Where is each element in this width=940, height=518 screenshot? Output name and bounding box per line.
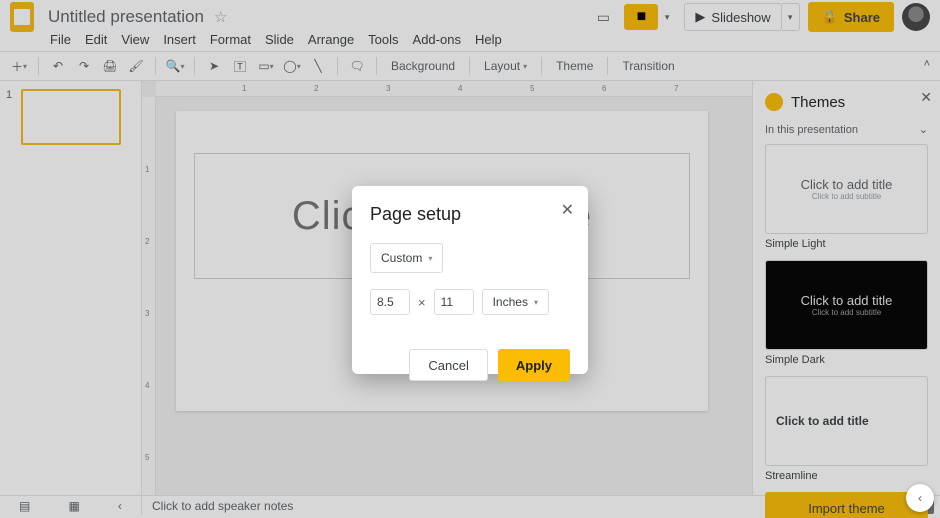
close-themes-icon[interactable]: ✕	[920, 89, 932, 106]
collapse-toolbar-icon[interactable]: ˄	[924, 58, 930, 70]
slide-thumbnail-1[interactable]	[21, 89, 121, 145]
import-theme-button[interactable]: Import theme	[765, 492, 928, 518]
preset-dropdown[interactable]: Custom ▾	[370, 243, 443, 273]
theme-name-simple-dark: Simple Dark	[765, 354, 928, 366]
textbox-tool[interactable]: 🅃	[229, 55, 251, 77]
slideshow-label: Slideshow	[711, 10, 770, 25]
background-button[interactable]: Background	[385, 59, 461, 73]
star-icon[interactable]: ☆	[214, 8, 227, 26]
slideshow-button[interactable]: ▶ Slideshow	[684, 3, 781, 31]
chevron-down-icon: ⌄	[919, 123, 928, 136]
themes-icon	[765, 93, 783, 111]
menu-edit[interactable]: Edit	[85, 32, 107, 47]
vertical-ruler: 1 2 3 4 5	[142, 97, 156, 495]
menu-tools[interactable]: Tools	[368, 32, 398, 47]
play-icon: ▶	[695, 9, 705, 25]
chevron-down-icon: ▾	[534, 298, 538, 307]
theme-card-streamline[interactable]: Click to add title	[765, 376, 928, 466]
toolbar: ＋▾ ↶ ↷ 🖨 🖌 🔍▾ ➤ 🅃 ▭▾ ◯▾ ╲ 🗨 Background L…	[0, 51, 940, 81]
in-this-presentation-label[interactable]: In this presentation⌄	[765, 123, 928, 136]
theme-card-title: Click to add title	[801, 293, 893, 308]
theme-name-streamline: Streamline	[765, 470, 928, 482]
theme-name-simple-light: Simple Light	[765, 238, 928, 250]
dialog-title: Page setup	[370, 204, 570, 225]
thumb-number: 1	[6, 89, 12, 101]
theme-card-subtitle: Click to add subtitle	[812, 192, 881, 201]
page-setup-dialog: ✕ Page setup Custom ▾ × Inches ▾ Cancel …	[352, 186, 588, 374]
lock-icon: 🔒	[822, 9, 838, 25]
units-dropdown[interactable]: Inches ▾	[482, 289, 549, 315]
redo-button[interactable]: ↷	[73, 55, 95, 77]
line-tool[interactable]: ╲	[307, 55, 329, 77]
new-slide-button[interactable]: ＋▾	[8, 55, 30, 77]
preset-dropdown-label: Custom	[381, 251, 422, 265]
menu-addons[interactable]: Add-ons	[413, 32, 461, 47]
horizontal-ruler: 1 2 3 4 5 6 7	[156, 81, 752, 97]
theme-card-title: Click to add title	[776, 414, 869, 428]
height-input[interactable]	[434, 289, 474, 315]
theme-card-simple-light[interactable]: Click to add title Click to add subtitle	[765, 144, 928, 234]
menu-arrange[interactable]: Arrange	[308, 32, 354, 47]
thumbnail-panel: 1	[0, 81, 142, 495]
units-dropdown-label: Inches	[493, 295, 528, 309]
menu-slide[interactable]: Slide	[265, 32, 294, 47]
themes-title: Themes	[791, 94, 845, 111]
theme-card-title: Click to add title	[801, 177, 893, 192]
chevron-down-icon: ▾	[428, 254, 432, 263]
multiply-icon: ×	[418, 295, 426, 310]
apply-button[interactable]: Apply	[498, 349, 570, 381]
filmstrip-view-icon[interactable]: ▤	[19, 499, 30, 513]
select-tool[interactable]: ➤	[203, 55, 225, 77]
themes-panel: Themes ✕ In this presentation⌄ Click to …	[752, 81, 940, 495]
theme-button[interactable]: Theme	[550, 59, 599, 73]
menu-insert[interactable]: Insert	[163, 32, 196, 47]
grid-view-icon[interactable]: ▦	[68, 499, 79, 513]
layout-button[interactable]: Layout▾	[478, 59, 533, 73]
close-dialog-icon[interactable]: ✕	[561, 200, 574, 220]
theme-card-subtitle: Click to add subtitle	[812, 308, 881, 317]
cancel-button[interactable]: Cancel	[409, 349, 487, 381]
paint-format-button[interactable]: 🖌	[125, 55, 147, 77]
avatar[interactable]	[902, 3, 930, 31]
present-to-all-icon[interactable]: ▭	[590, 4, 616, 30]
shape-tool[interactable]: ◯▾	[281, 55, 303, 77]
slideshow-dropdown[interactable]: ▾	[782, 3, 800, 31]
speaker-notes-area[interactable]: Click to add speaker notes	[142, 499, 293, 513]
theme-card-simple-dark[interactable]: Click to add title Click to add subtitle	[765, 260, 928, 350]
menu-file[interactable]: File	[50, 32, 71, 47]
side-panel-toggle[interactable]: ‹	[906, 484, 934, 512]
comment-button[interactable]: 🗨	[346, 55, 368, 77]
menu-help[interactable]: Help	[475, 32, 502, 47]
share-label: Share	[844, 10, 880, 25]
menu-format[interactable]: Format	[210, 32, 251, 47]
camera-button[interactable]: ■	[624, 4, 658, 30]
slides-logo-icon	[10, 2, 34, 32]
menu-view[interactable]: View	[121, 32, 149, 47]
undo-button[interactable]: ↶	[47, 55, 69, 77]
image-tool[interactable]: ▭▾	[255, 55, 277, 77]
collapse-filmstrip-icon[interactable]: ‹	[118, 499, 122, 513]
transition-button[interactable]: Transition	[616, 59, 680, 73]
doc-title[interactable]: Untitled presentation	[48, 7, 204, 27]
share-button[interactable]: 🔒 Share	[808, 2, 894, 32]
zoom-button[interactable]: 🔍▾	[164, 55, 186, 77]
print-button[interactable]: 🖨	[99, 55, 121, 77]
width-input[interactable]	[370, 289, 410, 315]
